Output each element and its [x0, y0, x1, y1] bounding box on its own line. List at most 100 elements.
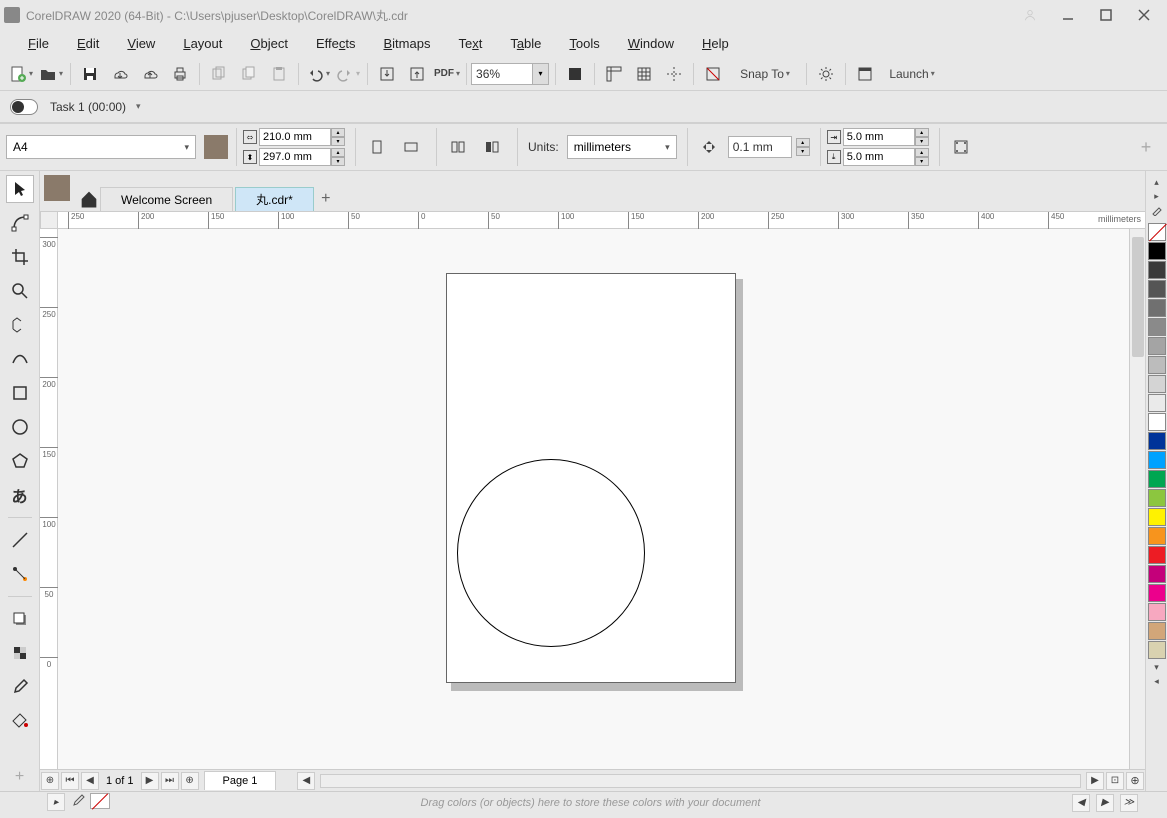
swatch[interactable] — [1148, 622, 1166, 640]
launch-button[interactable]: Launch — [882, 61, 942, 87]
all-pages-button[interactable] — [445, 134, 471, 160]
menu-text[interactable]: Text — [444, 32, 496, 55]
width-down[interactable]: ▾ — [331, 137, 345, 146]
cloud-down-button[interactable] — [107, 61, 133, 87]
doc-palette-eyedropper-icon[interactable] — [70, 793, 86, 812]
eyedropper-tool[interactable] — [6, 673, 34, 701]
artistic-media-tool[interactable] — [6, 345, 34, 373]
fullscreen-button[interactable] — [562, 61, 588, 87]
doc-palette-right[interactable]: ▶ — [1096, 794, 1114, 812]
guides-button[interactable] — [661, 61, 687, 87]
crop-tool[interactable] — [6, 243, 34, 271]
swatch[interactable] — [1148, 318, 1166, 336]
palette-flyout[interactable]: ◂ — [1148, 674, 1166, 688]
nudge-input[interactable] — [728, 136, 792, 158]
connector-tool[interactable] — [6, 560, 34, 588]
swatch[interactable] — [1148, 394, 1166, 412]
vertical-scrollbar[interactable] — [1129, 229, 1145, 769]
palette-scroll-down[interactable]: ▾ — [1148, 660, 1166, 674]
prev-page-button[interactable]: ◀ — [81, 772, 99, 790]
page-width-input[interactable] — [259, 128, 331, 146]
text-tool[interactable]: あ — [6, 481, 34, 509]
hscroll-left[interactable]: ◀ — [297, 772, 315, 790]
tab-document[interactable]: 丸.cdr* — [235, 187, 314, 211]
treat-as-filled-button[interactable] — [948, 134, 974, 160]
menu-bitmaps[interactable]: Bitmaps — [369, 32, 444, 55]
zoom-quick-button[interactable]: ⊕ — [1126, 772, 1144, 790]
palette-edit-icon[interactable] — [1148, 203, 1166, 217]
rectangle-tool[interactable] — [6, 379, 34, 407]
nudge-down[interactable]: ▾ — [796, 147, 810, 156]
launch-icon[interactable] — [852, 61, 878, 87]
doc-palette-left[interactable]: ◀ — [1072, 794, 1090, 812]
menu-edit[interactable]: Edit — [63, 32, 113, 55]
import-button[interactable] — [374, 61, 400, 87]
swatch[interactable] — [1148, 641, 1166, 659]
swatch[interactable] — [1148, 527, 1166, 545]
record-toggle[interactable] — [10, 99, 38, 115]
horizontal-scrollbar[interactable] — [320, 774, 1081, 788]
duplicate-y-input[interactable] — [843, 148, 915, 166]
menu-tools[interactable]: Tools — [555, 32, 613, 55]
options-button[interactable] — [813, 61, 839, 87]
width-up[interactable]: ▴ — [331, 128, 345, 137]
units-dropdown[interactable]: millimeters▾ — [567, 135, 677, 159]
export-button[interactable] — [404, 61, 430, 87]
duplicate-x-input[interactable] — [843, 128, 915, 146]
save-button[interactable] — [77, 61, 103, 87]
swatch[interactable] — [1148, 584, 1166, 602]
swatch[interactable] — [1148, 280, 1166, 298]
landscape-button[interactable] — [398, 134, 424, 160]
palette-scroll-up[interactable]: ▴ — [1148, 175, 1166, 189]
zoom-tool[interactable] — [6, 277, 34, 305]
vertical-ruler[interactable]: 300250200150100500 — [40, 229, 58, 769]
swatch[interactable] — [1148, 451, 1166, 469]
menu-layout[interactable]: Layout — [169, 32, 236, 55]
add-page-before-button[interactable]: ⊕ — [41, 772, 59, 790]
height-up[interactable]: ▴ — [331, 148, 345, 157]
drop-shadow-tool[interactable] — [6, 605, 34, 633]
cloud-up-button[interactable] — [137, 61, 163, 87]
menu-window[interactable]: Window — [614, 32, 688, 55]
swatch[interactable] — [1148, 603, 1166, 621]
add-property-button[interactable]: + — [1133, 134, 1159, 160]
last-page-button[interactable]: ⏭ — [161, 772, 179, 790]
shape-tool[interactable] — [6, 209, 34, 237]
publish-pdf-button[interactable]: PDF — [434, 61, 460, 87]
height-down[interactable]: ▾ — [331, 157, 345, 166]
maximize-button[interactable] — [1093, 5, 1119, 25]
zoom-nav-button[interactable]: ⊡ — [1106, 772, 1124, 790]
quick-customize-button[interactable]: + — [6, 763, 34, 791]
new-button[interactable] — [8, 61, 34, 87]
menu-object[interactable]: Object — [236, 32, 302, 55]
add-tab-button[interactable]: + — [316, 189, 336, 209]
close-button[interactable] — [1131, 5, 1157, 25]
ruler-origin[interactable] — [40, 211, 58, 229]
swatch[interactable] — [1148, 337, 1166, 355]
open-button[interactable] — [38, 61, 64, 87]
snap-off-button[interactable] — [700, 61, 726, 87]
next-page-button[interactable]: ▶ — [141, 772, 159, 790]
swatch[interactable] — [1148, 261, 1166, 279]
task-dropdown-icon[interactable]: ▾ — [136, 101, 141, 112]
fill-tool[interactable] — [6, 707, 34, 735]
pick-tool[interactable] — [6, 175, 34, 203]
freehand-tool[interactable] — [6, 311, 34, 339]
menu-view[interactable]: View — [113, 32, 169, 55]
swatch[interactable] — [1148, 356, 1166, 374]
first-page-button[interactable]: ⏮ — [61, 772, 79, 790]
page-tab[interactable]: Page 1 — [204, 771, 277, 790]
portrait-button[interactable] — [364, 134, 390, 160]
current-page-button[interactable] — [479, 134, 505, 160]
doc-palette-expand[interactable]: ▸ — [47, 793, 65, 811]
doc-swatch-none[interactable] — [90, 793, 110, 809]
ellipse-object[interactable] — [457, 459, 645, 647]
swatch[interactable] — [1148, 470, 1166, 488]
home-button[interactable] — [78, 188, 100, 210]
print-button[interactable] — [167, 61, 193, 87]
polygon-tool[interactable] — [6, 447, 34, 475]
rulers-button[interactable] — [601, 61, 627, 87]
menu-help[interactable]: Help — [688, 32, 743, 55]
undo-button[interactable] — [305, 61, 331, 87]
ellipse-tool[interactable] — [6, 413, 34, 441]
